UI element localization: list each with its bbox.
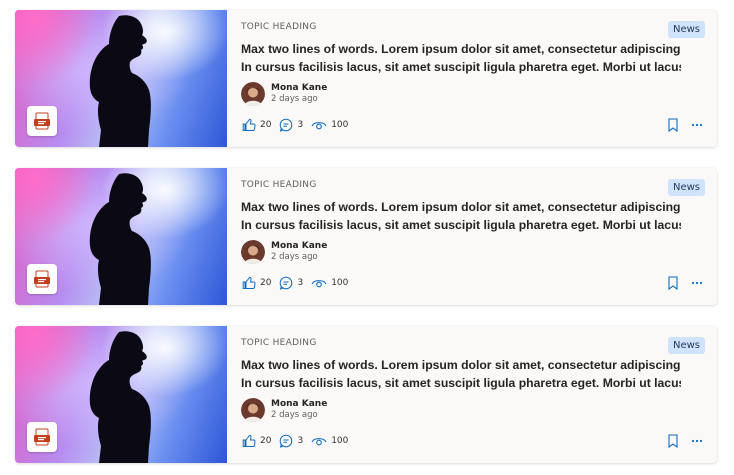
- post-time: 2 days ago: [271, 252, 318, 262]
- engagement-stats: 20 3 100: [242, 276, 356, 290]
- like-count: 20: [260, 436, 272, 446]
- news-badge: News: [667, 337, 705, 354]
- title-line-1: Max two lines of words. Lorem ipsum dolo…: [241, 358, 681, 372]
- comment-count: 3: [297, 278, 304, 288]
- news-badge: News: [667, 179, 705, 196]
- card-thumbnail: [15, 168, 227, 305]
- avatar: [241, 240, 265, 264]
- author-name: Mona Kane: [271, 83, 328, 93]
- avatar: [241, 82, 265, 106]
- comment-stat[interactable]: 3: [279, 276, 303, 290]
- powerpoint-file-icon: [27, 264, 57, 294]
- card-title[interactable]: Max two lines of words. Lorem ipsum dolo…: [241, 356, 681, 392]
- news-card[interactable]: TOPIC HEADING News Max two lines of word…: [15, 10, 717, 147]
- view-stat: 100: [311, 276, 348, 290]
- author-info: Mona Kane 2 days ago: [241, 82, 327, 106]
- card-actions: [667, 118, 703, 132]
- card-title[interactable]: Max two lines of words. Lorem ipsum dolo…: [241, 198, 681, 234]
- engagement-stats: 20 3 100: [242, 118, 356, 132]
- thumbs-up-icon: [242, 276, 256, 289]
- view-count: 100: [331, 278, 349, 288]
- powerpoint-file-icon: [27, 422, 57, 452]
- post-time: 2 days ago: [271, 410, 318, 420]
- topic-heading: TOPIC HEADING: [241, 22, 317, 32]
- eye-icon: [311, 438, 327, 446]
- author-info: Mona Kane 2 days ago: [241, 398, 327, 422]
- engagement-stats: 20 3 100: [242, 434, 356, 448]
- bookmark-icon[interactable]: [667, 434, 679, 448]
- comment-count: 3: [297, 120, 304, 130]
- title-line-1: Max two lines of words. Lorem ipsum dolo…: [241, 42, 681, 56]
- eye-icon: [311, 280, 327, 288]
- eye-icon: [311, 122, 327, 130]
- card-actions: [667, 276, 703, 290]
- like-stat[interactable]: 20: [242, 276, 271, 290]
- like-stat[interactable]: 20: [242, 434, 271, 448]
- bookmark-icon[interactable]: [667, 118, 679, 132]
- card-thumbnail: [15, 326, 227, 463]
- view-stat: 100: [311, 434, 348, 448]
- like-stat[interactable]: 20: [242, 118, 271, 132]
- like-count: 20: [260, 120, 272, 130]
- bookmark-icon[interactable]: [667, 276, 679, 290]
- title-line-2: In cursus facilisis lacus, sit amet susc…: [241, 60, 681, 74]
- post-time: 2 days ago: [271, 94, 318, 104]
- comment-count: 3: [297, 436, 304, 446]
- avatar: [241, 398, 265, 422]
- more-options-icon[interactable]: [691, 434, 703, 448]
- more-options-icon[interactable]: [691, 276, 703, 290]
- news-card[interactable]: TOPIC HEADING News Max two lines of word…: [15, 326, 717, 463]
- comment-stat[interactable]: 3: [279, 434, 303, 448]
- card-thumbnail: [15, 10, 227, 147]
- card-title[interactable]: Max two lines of words. Lorem ipsum dolo…: [241, 40, 681, 76]
- title-line-2: In cursus facilisis lacus, sit amet susc…: [241, 376, 681, 390]
- powerpoint-file-icon: [27, 106, 57, 136]
- title-line-1: Max two lines of words. Lorem ipsum dolo…: [241, 200, 681, 214]
- author-name: Mona Kane: [271, 399, 328, 409]
- topic-heading: TOPIC HEADING: [241, 338, 317, 348]
- view-count: 100: [331, 120, 349, 130]
- view-count: 100: [331, 436, 349, 446]
- title-line-2: In cursus facilisis lacus, sit amet susc…: [241, 218, 681, 232]
- thumbs-up-icon: [242, 118, 256, 131]
- comment-icon: [280, 118, 293, 132]
- author-info: Mona Kane 2 days ago: [241, 240, 327, 264]
- like-count: 20: [260, 278, 272, 288]
- thumbs-up-icon: [242, 434, 256, 447]
- news-card[interactable]: TOPIC HEADING News Max two lines of word…: [15, 168, 717, 305]
- comment-icon: [280, 276, 293, 290]
- comment-stat[interactable]: 3: [279, 118, 303, 132]
- view-stat: 100: [311, 118, 348, 132]
- news-badge: News: [667, 21, 705, 38]
- topic-heading: TOPIC HEADING: [241, 180, 317, 190]
- author-name: Mona Kane: [271, 241, 328, 251]
- more-options-icon[interactable]: [691, 118, 703, 132]
- comment-icon: [280, 434, 293, 448]
- card-actions: [667, 434, 703, 448]
